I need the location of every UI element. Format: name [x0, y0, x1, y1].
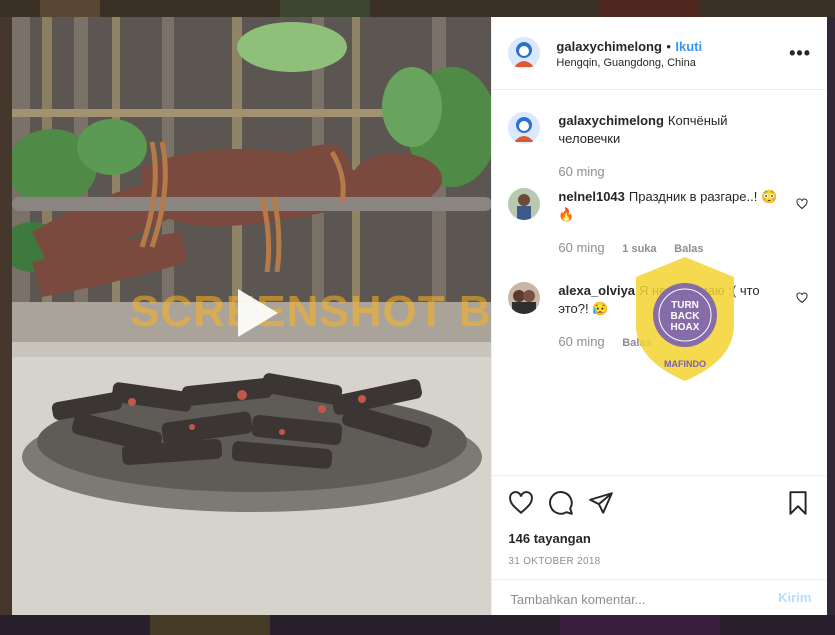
author-avatar[interactable] — [508, 37, 541, 69]
svg-text:MAFINDO: MAFINDO — [664, 359, 706, 369]
avatar-image — [508, 282, 541, 314]
post-header: galaxychimelong • Ikuti Hengqin, Guangdo… — [492, 17, 827, 90]
caption-avatar[interactable] — [508, 112, 541, 144]
comment-reply-button[interactable]: Balas — [674, 243, 703, 255]
comment-composer: Kirim — [492, 579, 828, 616]
avatar-image — [508, 188, 541, 220]
author-username[interactable]: galaxychimelong — [556, 39, 661, 54]
comment-time[interactable]: 60 ming — [558, 334, 604, 349]
post-comment-button[interactable]: Kirim — [778, 590, 811, 605]
comment-time[interactable]: 60 ming — [558, 240, 604, 255]
post-actions: 146 tayangan 31 OKTOBER 2018 Kirim — [492, 475, 828, 616]
avatar-image — [508, 37, 541, 69]
comment-username[interactable]: alexa_olviya — [558, 283, 635, 298]
post-location[interactable]: Hengqin, Guangdong, China — [556, 57, 695, 69]
comment-bubble-icon[interactable] — [548, 490, 574, 516]
separator-dot: • — [666, 39, 671, 54]
comment-item: nelnel1043 Праздник в разгаре..! 😳🔥 60 mi… — [508, 188, 808, 260]
caption-item: galaxychimelong Копчёный человечки 60 min… — [508, 112, 808, 182]
more-options-icon[interactable]: ••• — [789, 43, 811, 64]
caption-meta: 60 ming — [558, 164, 604, 179]
play-icon[interactable] — [224, 283, 284, 343]
like-heart-icon[interactable] — [508, 490, 534, 516]
caption-time[interactable]: 60 ming — [558, 164, 604, 179]
post-date[interactable]: 31 OKTOBER 2018 — [508, 556, 600, 567]
comment-text: nelnel1043 Праздник в разгаре..! 😳🔥 — [558, 188, 788, 224]
turnbackhoax-badge-logo: TURN BACK HOAX MAFINDO — [636, 257, 734, 381]
avatar-image — [508, 112, 541, 144]
caption-text: galaxychimelong Копчёный человечки — [558, 112, 788, 148]
comment-input[interactable] — [508, 588, 753, 610]
caption-username[interactable]: galaxychimelong — [558, 113, 663, 128]
watermark-text: SCREENSHOT BY — [130, 287, 492, 336]
svg-text:HOAX: HOAX — [671, 322, 700, 333]
svg-text:BACK: BACK — [671, 311, 701, 322]
comment-meta: 60 ming 1 suka Balas — [558, 240, 703, 255]
post-video[interactable]: SCREENSHOT BY — [12, 17, 492, 615]
comment-like-icon[interactable] — [796, 198, 808, 210]
save-bookmark-icon[interactable] — [785, 490, 811, 516]
comment-like-icon[interactable] — [796, 292, 808, 304]
commenter-avatar[interactable] — [508, 282, 541, 314]
commenter-avatar[interactable] — [508, 188, 541, 220]
follow-button[interactable]: Ikuti — [675, 39, 702, 54]
share-send-icon[interactable] — [588, 490, 614, 516]
comment-username[interactable]: nelnel1043 — [558, 189, 625, 204]
comment-likes[interactable]: 1 suka — [622, 243, 656, 255]
view-count[interactable]: 146 tayangan — [508, 531, 590, 546]
svg-text:TURN: TURN — [671, 300, 699, 311]
